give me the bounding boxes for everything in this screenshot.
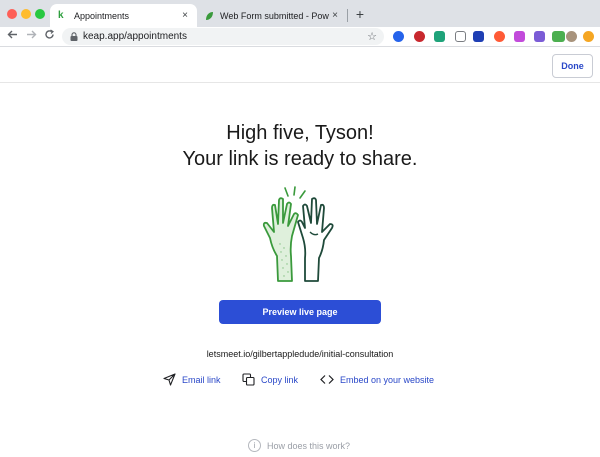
close-window-button[interactable] xyxy=(7,9,17,19)
address-bar[interactable]: keap.app/appointments ☆ xyxy=(62,28,384,45)
blue-circle-ext-icon[interactable] xyxy=(393,31,404,42)
info-icon: i xyxy=(248,439,261,452)
code-brackets-icon xyxy=(320,375,334,384)
tab-web-form-submitted[interactable]: Web Form submitted - Powere × xyxy=(197,4,347,27)
copy-link-button[interactable]: Copy link xyxy=(242,373,298,386)
keap-favicon-icon: k xyxy=(58,9,64,21)
page-header: Done xyxy=(0,47,600,83)
preview-live-page-button[interactable]: Preview live page xyxy=(219,300,381,324)
headline-greeting: High five, Tyson! xyxy=(226,122,374,144)
minimize-window-button[interactable] xyxy=(21,9,31,19)
target-ext-icon[interactable] xyxy=(494,31,505,42)
done-button[interactable]: Done xyxy=(552,54,593,78)
embed-label: Embed on your website xyxy=(340,374,435,385)
purple-ext-icon[interactable] xyxy=(534,31,545,42)
off-ext-icon[interactable] xyxy=(473,31,484,42)
avatar[interactable] xyxy=(566,31,577,42)
back-arrow-icon[interactable] xyxy=(5,29,19,44)
grammar-c-ext-icon[interactable] xyxy=(434,31,445,42)
share-link-url: letsmeet.io/gilbertappledude/initial-con… xyxy=(206,349,394,359)
reload-icon[interactable] xyxy=(42,29,56,44)
forward-arrow-icon[interactable] xyxy=(24,29,38,44)
leaf-favicon-icon xyxy=(206,11,213,20)
browser-tab-bar: k Appointments × Web Form submitted - Po… xyxy=(0,0,600,27)
maximize-window-button[interactable] xyxy=(35,9,45,19)
help-text: How does this work? xyxy=(267,440,351,451)
embed-on-website-button[interactable]: Embed on your website xyxy=(320,373,434,386)
camera-ext-icon[interactable] xyxy=(455,31,466,42)
tab-title: Web Form submitted - Powere xyxy=(220,10,329,21)
browser-toolbar: keap.app/appointments ☆ xyxy=(0,27,600,46)
ublock-ext-icon[interactable] xyxy=(414,31,425,42)
close-tab-icon[interactable]: × xyxy=(329,10,341,21)
send-paper-plane-icon xyxy=(163,373,176,386)
tab-title: Appointments xyxy=(74,10,130,21)
bookmark-star-icon[interactable]: ☆ xyxy=(367,30,377,43)
copy-icon xyxy=(242,373,255,386)
lock-icon xyxy=(70,32,78,41)
email-link-label: Email link xyxy=(182,374,221,385)
how-does-this-work-link[interactable]: i How does this work? xyxy=(248,439,350,452)
high-five-hands-illustration xyxy=(262,186,334,282)
tab-separator xyxy=(347,9,348,22)
headline-subtitle: Your link is ready to share. xyxy=(182,148,418,170)
email-link-button[interactable]: Email link xyxy=(163,373,221,386)
copy-link-label: Copy link xyxy=(261,374,299,385)
pink-ext-icon[interactable] xyxy=(514,31,525,42)
url-text: keap.app/appointments xyxy=(83,31,187,42)
close-tab-icon[interactable]: × xyxy=(179,10,191,21)
new-tab-button[interactable]: + xyxy=(352,7,368,23)
orange-ext-icon[interactable] xyxy=(583,31,594,42)
tab-appointments[interactable]: k Appointments × xyxy=(50,4,197,27)
bu-ext-icon[interactable] xyxy=(552,31,565,42)
